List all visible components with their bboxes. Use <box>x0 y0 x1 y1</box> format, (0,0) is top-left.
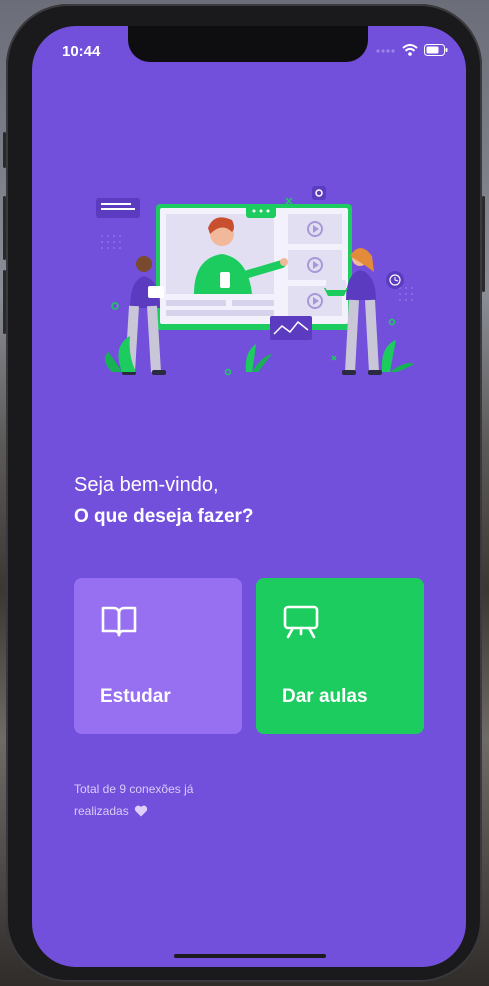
volume-up-button <box>3 196 6 260</box>
landing-illustration <box>96 186 414 376</box>
volume-down-button <box>3 270 6 334</box>
teach-button[interactable]: Dar aulas <box>256 578 424 734</box>
teach-button-label: Dar aulas <box>282 686 368 707</box>
greeting-text: Seja bem-vindo, <box>74 474 219 496</box>
power-button <box>482 196 485 292</box>
wifi-icon <box>402 44 418 56</box>
question-text: O que deseja fazer? <box>74 506 254 527</box>
notch <box>128 26 368 62</box>
study-button[interactable]: Estudar <box>74 578 242 734</box>
battery-icon <box>424 44 448 56</box>
mute-switch <box>3 132 6 168</box>
home-indicator[interactable] <box>174 954 326 958</box>
book-open-icon <box>101 606 137 637</box>
connections-total: Total de 9 conexões já realizadas <box>74 778 244 822</box>
app-screen: 10:44 Seja bem-vindo, O que deseja fazer… <box>32 26 466 967</box>
status-icons <box>376 44 448 56</box>
study-button-label: Estudar <box>100 686 171 707</box>
cellular-icon <box>376 49 395 53</box>
status-time: 10:44 <box>62 43 101 60</box>
phone-frame: 10:44 Seja bem-vindo, O que deseja fazer… <box>3 4 485 982</box>
heart-icon <box>134 805 148 817</box>
presentation-screen-icon <box>283 605 319 639</box>
